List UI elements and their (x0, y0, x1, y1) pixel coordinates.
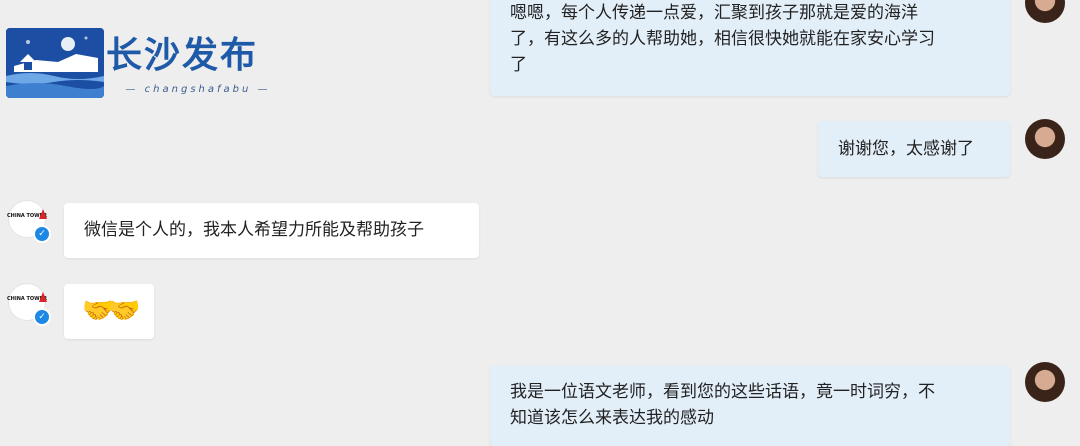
user-avatar[interactable] (1025, 362, 1065, 402)
message-text-line: 知道该怎么来表达我的感动 (510, 408, 714, 428)
tower-icon (39, 292, 47, 302)
handshake-emoji-icon: 🤝🤝 (82, 296, 141, 326)
message-bubble-right: 谢谢您，太感谢了 (818, 121, 1010, 177)
user-avatar[interactable] (1025, 119, 1065, 159)
tower-icon (39, 209, 47, 219)
logo-subtitle: — changshafabu — (125, 84, 271, 95)
logo-badge-icon (6, 28, 104, 98)
message-text-line: 微信是个人的，我本人希望力所能及帮助孩子 (84, 220, 424, 240)
message-text-line: 嗯嗯，每个人传递一点爱，汇聚到孩子那就是爱的海洋 (510, 3, 918, 23)
message-text-line: 谢谢您，太感谢了 (838, 139, 974, 159)
verified-icon: ✓ (33, 225, 51, 243)
message-text-line: 了 (510, 55, 527, 75)
china-tower-avatar[interactable]: CHINA TOWER ✓ (7, 200, 51, 243)
message-bubble-right: 嗯嗯，每个人传递一点爱，汇聚到孩子那就是爱的海洋 了，有这么多的人帮助她，相信很… (490, 0, 1010, 96)
message-bubble-right: 我是一位语文老师，看到您的这些话语，竟一时词穷，不 知道该怎么来表达我的感动 (490, 366, 1010, 446)
message-bubble-left: 微信是个人的，我本人希望力所能及帮助孩子 (64, 203, 479, 258)
message-text-line: 了，有这么多的人帮助她，相信很快她就能在家安心学习 (510, 29, 935, 49)
china-tower-avatar[interactable]: CHINA TOWER ✓ (7, 283, 51, 326)
logo-title: 长沙发布 (106, 35, 259, 76)
user-avatar[interactable] (1025, 0, 1065, 23)
verified-icon: ✓ (33, 308, 51, 326)
changsha-fabu-logo: 长沙发布 — changshafabu — (6, 28, 296, 100)
message-text-line: 我是一位语文老师，看到您的这些话语，竟一时词穷，不 (510, 382, 935, 402)
message-bubble-left: 🤝🤝 (64, 284, 154, 339)
